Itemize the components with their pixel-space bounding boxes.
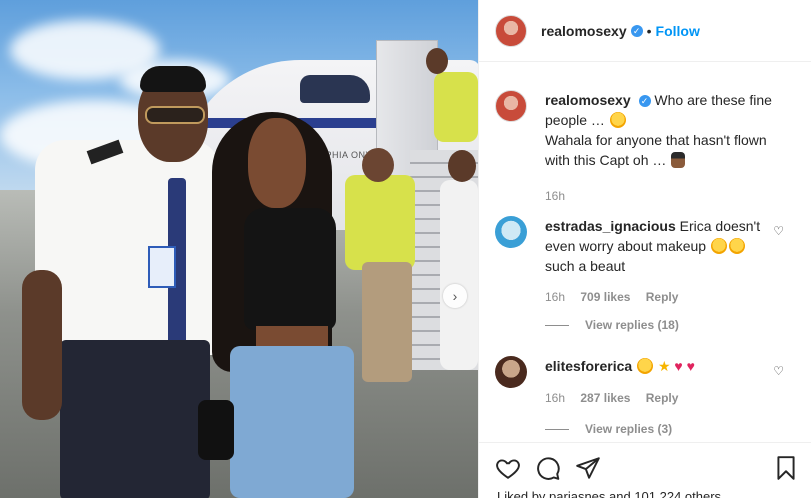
post-photo[interactable]: OPHIA ONYE › bbox=[0, 0, 478, 498]
view-replies-button[interactable]: View replies (3) bbox=[545, 422, 672, 436]
red-heart-emoji-icon: ♥ bbox=[674, 358, 683, 374]
replies-divider bbox=[545, 324, 569, 326]
red-heart-emoji-icon: ♥ bbox=[686, 358, 695, 374]
comment-like-heart-icon[interactable]: ♡ bbox=[773, 224, 784, 238]
carousel-next-button[interactable]: › bbox=[443, 284, 467, 308]
star-struck-emoji-icon bbox=[637, 358, 654, 374]
comment-reply-button[interactable]: Reply bbox=[646, 391, 679, 405]
woman-crop-top bbox=[244, 208, 336, 330]
crew-member-trousers bbox=[362, 262, 412, 382]
crew-member-head bbox=[448, 150, 476, 182]
crew-member-vest bbox=[434, 72, 478, 142]
verified-badge-icon: ✓ bbox=[638, 95, 651, 108]
caption-timestamp: 16h bbox=[545, 189, 566, 203]
comment-item: estradas_ignacious Erica doesn't even wo… bbox=[495, 216, 795, 307]
comment-username[interactable]: elitesforerica bbox=[545, 358, 632, 374]
commenter-avatar[interactable] bbox=[495, 216, 527, 248]
captain-sunglasses bbox=[145, 106, 205, 124]
star-struck-emoji-icon bbox=[710, 238, 727, 254]
view-replies-button[interactable]: View replies (18) bbox=[545, 318, 679, 332]
caption-author-avatar[interactable] bbox=[495, 90, 527, 122]
woman-handbag bbox=[198, 400, 234, 460]
crew-member-head bbox=[362, 148, 394, 182]
comment-likes[interactable]: 287 likes bbox=[580, 391, 630, 405]
header-separator: • bbox=[646, 22, 652, 39]
comment-timestamp: 16h bbox=[545, 391, 566, 405]
liked-by-summary[interactable]: Liked by pariasnes and 101,224 others bbox=[497, 489, 721, 498]
post-caption: realomosexy ✓ Who are these fine people … bbox=[495, 90, 795, 206]
woman-jeans bbox=[230, 346, 354, 498]
crew-member-head bbox=[426, 48, 448, 74]
captain-hair bbox=[140, 66, 206, 92]
save-bookmark-icon[interactable] bbox=[773, 455, 799, 481]
woman-face bbox=[248, 118, 306, 208]
comment-username[interactable]: estradas_ignacious bbox=[545, 218, 676, 234]
commenter-avatar[interactable] bbox=[495, 356, 527, 388]
replies-divider bbox=[545, 428, 569, 430]
verified-badge-icon: ✓ bbox=[630, 24, 643, 37]
airplane-cockpit-window bbox=[300, 75, 370, 103]
captain-id-badge bbox=[148, 246, 176, 288]
follow-button[interactable]: Follow bbox=[656, 23, 700, 39]
comment-text-continued: such a beaut bbox=[545, 258, 626, 274]
author-username[interactable]: realomosexy bbox=[541, 23, 627, 39]
like-heart-icon[interactable] bbox=[495, 455, 521, 481]
post-header: realomosexy ✓ • Follow bbox=[479, 0, 811, 62]
crew-member-vest bbox=[345, 175, 415, 270]
pilot-emoji-icon bbox=[671, 152, 686, 168]
comment-item: elitesforerica ★ ♥ ♥ 16h 287 likes Reply bbox=[495, 356, 795, 408]
comment-likes[interactable]: 709 likes bbox=[580, 290, 630, 304]
author-avatar[interactable] bbox=[495, 14, 527, 47]
view-replies-label[interactable]: View replies (18) bbox=[585, 318, 679, 332]
comment-bubble-icon[interactable] bbox=[535, 455, 561, 481]
captain-trousers bbox=[60, 340, 210, 498]
share-send-icon[interactable] bbox=[575, 455, 601, 481]
view-replies-label[interactable]: View replies (3) bbox=[585, 422, 672, 436]
star-struck-emoji-icon bbox=[728, 238, 745, 254]
caption-username[interactable]: realomosexy bbox=[545, 92, 631, 108]
caption-text-line2: Wahala for anyone that hasn't flown with… bbox=[545, 132, 767, 168]
comment-reply-button[interactable]: Reply bbox=[646, 290, 679, 304]
captain-arm bbox=[22, 270, 62, 420]
comment-timestamp: 16h bbox=[545, 290, 566, 304]
captain-shirt bbox=[35, 140, 220, 355]
crew-member-white bbox=[440, 180, 478, 370]
comment-like-heart-icon[interactable]: ♡ bbox=[773, 364, 784, 378]
star-struck-emoji-icon bbox=[609, 112, 626, 128]
star-emoji-icon: ★ bbox=[657, 358, 671, 374]
post-side-panel: realomosexy ✓ • Follow realomosexy ✓ Who… bbox=[478, 0, 811, 498]
